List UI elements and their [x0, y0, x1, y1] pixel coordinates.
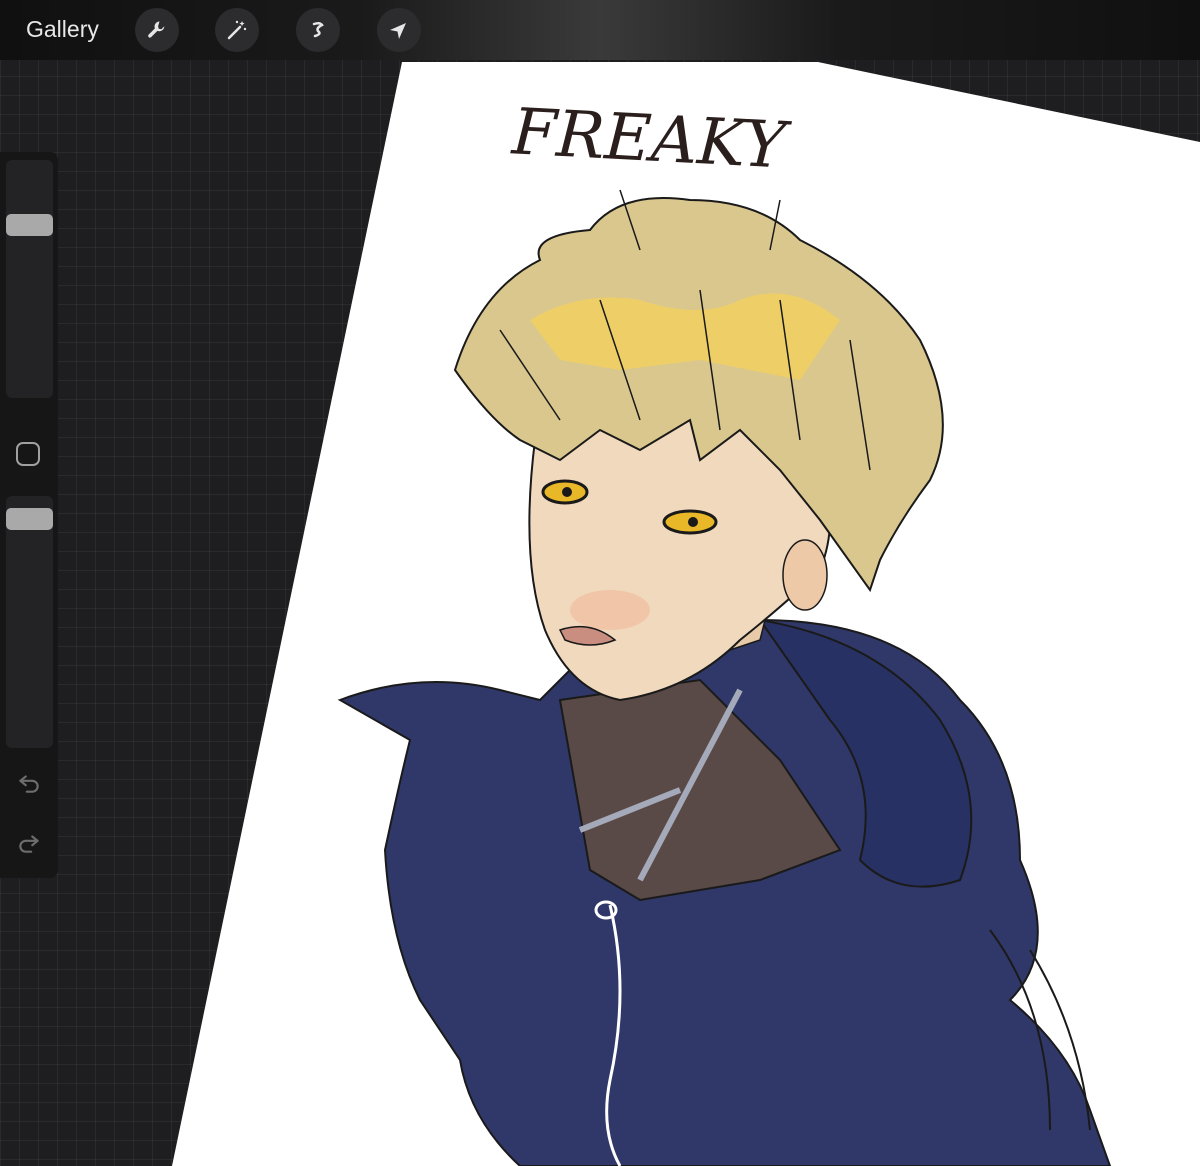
- wrench-icon: [148, 21, 165, 38]
- ear-shape: [782, 539, 828, 611]
- transform-button[interactable]: [377, 8, 421, 52]
- freaky-lettering: FREAKY: [509, 95, 793, 184]
- top-toolbar: Gallery: [0, 0, 1200, 60]
- canvas-svg[interactable]: FREAKY: [0, 0, 1200, 1166]
- left-sidebar: [0, 152, 58, 878]
- cheek-blush: [570, 590, 650, 630]
- brush-size-slider[interactable]: [6, 160, 53, 398]
- opacity-slider[interactable]: [6, 496, 53, 748]
- opacity-thumb[interactable]: [6, 507, 53, 530]
- undo-icon[interactable]: [16, 770, 42, 796]
- selection-icon: [312, 21, 324, 38]
- left-pupil: [562, 487, 572, 497]
- redo-icon[interactable]: [16, 830, 42, 856]
- selection-button[interactable]: [296, 8, 340, 52]
- actions-button[interactable]: [135, 8, 179, 52]
- brush-size-thumb[interactable]: [6, 214, 53, 236]
- square-modify-icon[interactable]: [16, 442, 40, 466]
- adjustments-button[interactable]: [215, 8, 259, 52]
- drawing-canvas[interactable]: FREAKY: [0, 0, 1200, 1166]
- procreate-app: FREAKY Gallery: [0, 0, 1200, 1166]
- right-pupil: [688, 517, 698, 527]
- arrow-cursor-icon: [390, 23, 406, 39]
- gallery-button[interactable]: Gallery: [26, 16, 99, 43]
- magic-wand-icon: [227, 20, 247, 40]
